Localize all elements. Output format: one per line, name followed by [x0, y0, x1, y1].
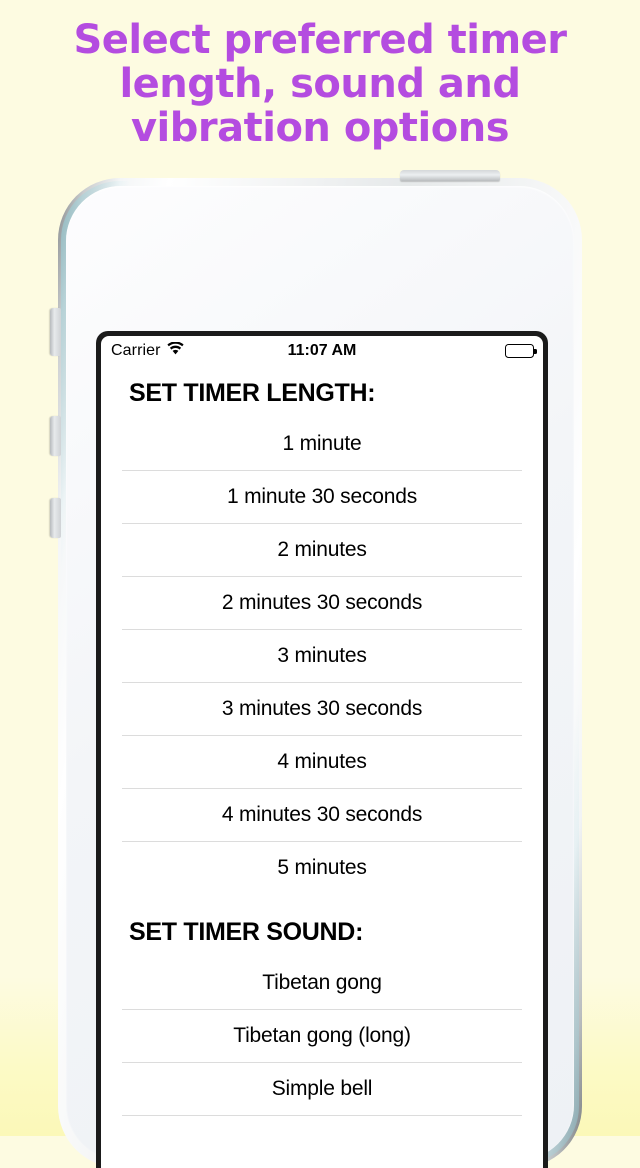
wifi-icon — [166, 341, 184, 360]
timer-length-option[interactable]: 5 minutes — [122, 842, 522, 894]
screen-bezel: Carrier 11:07 AM SET TIMER LENGTH: 1 min… — [96, 331, 548, 1168]
timer-length-option[interactable]: 3 minutes 30 seconds — [122, 683, 522, 736]
mute-switch[interactable] — [50, 308, 61, 356]
timer-length-option[interactable]: 4 minutes 30 seconds — [122, 789, 522, 842]
timer-length-option-list: 1 minute 1 minute 30 seconds 2 minutes 2… — [101, 418, 543, 894]
status-bar-left: Carrier — [111, 341, 184, 360]
battery-cap — [534, 349, 537, 354]
status-bar-right — [505, 344, 537, 358]
settings-content: SET TIMER LENGTH: 1 minute 1 minute 30 s… — [101, 366, 543, 1116]
phone-mockup: Carrier 11:07 AM SET TIMER LENGTH: 1 min… — [50, 170, 582, 1168]
phone-screen: Carrier 11:07 AM SET TIMER LENGTH: 1 min… — [101, 336, 543, 1168]
section-header-timer-length: SET TIMER LENGTH: — [129, 379, 376, 407]
timer-sound-option[interactable]: Tibetan gong — [122, 957, 522, 1010]
timer-length-option[interactable]: 3 minutes — [122, 630, 522, 683]
timer-sound-option[interactable]: Simple bell — [122, 1063, 522, 1116]
timer-length-option[interactable]: 1 minute — [122, 418, 522, 471]
timer-sound-option-list: Tibetan gong Tibetan gong (long) Simple … — [101, 957, 543, 1116]
timer-length-option[interactable]: 2 minutes — [122, 524, 522, 577]
timer-length-option[interactable]: 4 minutes — [122, 736, 522, 789]
power-button[interactable] — [400, 170, 500, 181]
timer-sound-option[interactable]: Tibetan gong (long) — [122, 1010, 522, 1063]
section-header-timer-sound: SET TIMER SOUND: — [129, 918, 364, 946]
volume-up-button[interactable] — [50, 416, 61, 456]
timer-length-option[interactable]: 2 minutes 30 seconds — [122, 577, 522, 630]
status-bar: Carrier 11:07 AM — [101, 336, 543, 366]
promo-headline: Select preferred timer length, sound and… — [73, 17, 567, 151]
volume-down-button[interactable] — [50, 498, 61, 538]
timer-length-option[interactable]: 1 minute 30 seconds — [122, 471, 522, 524]
carrier-label: Carrier — [111, 342, 161, 359]
battery-icon — [505, 344, 537, 358]
